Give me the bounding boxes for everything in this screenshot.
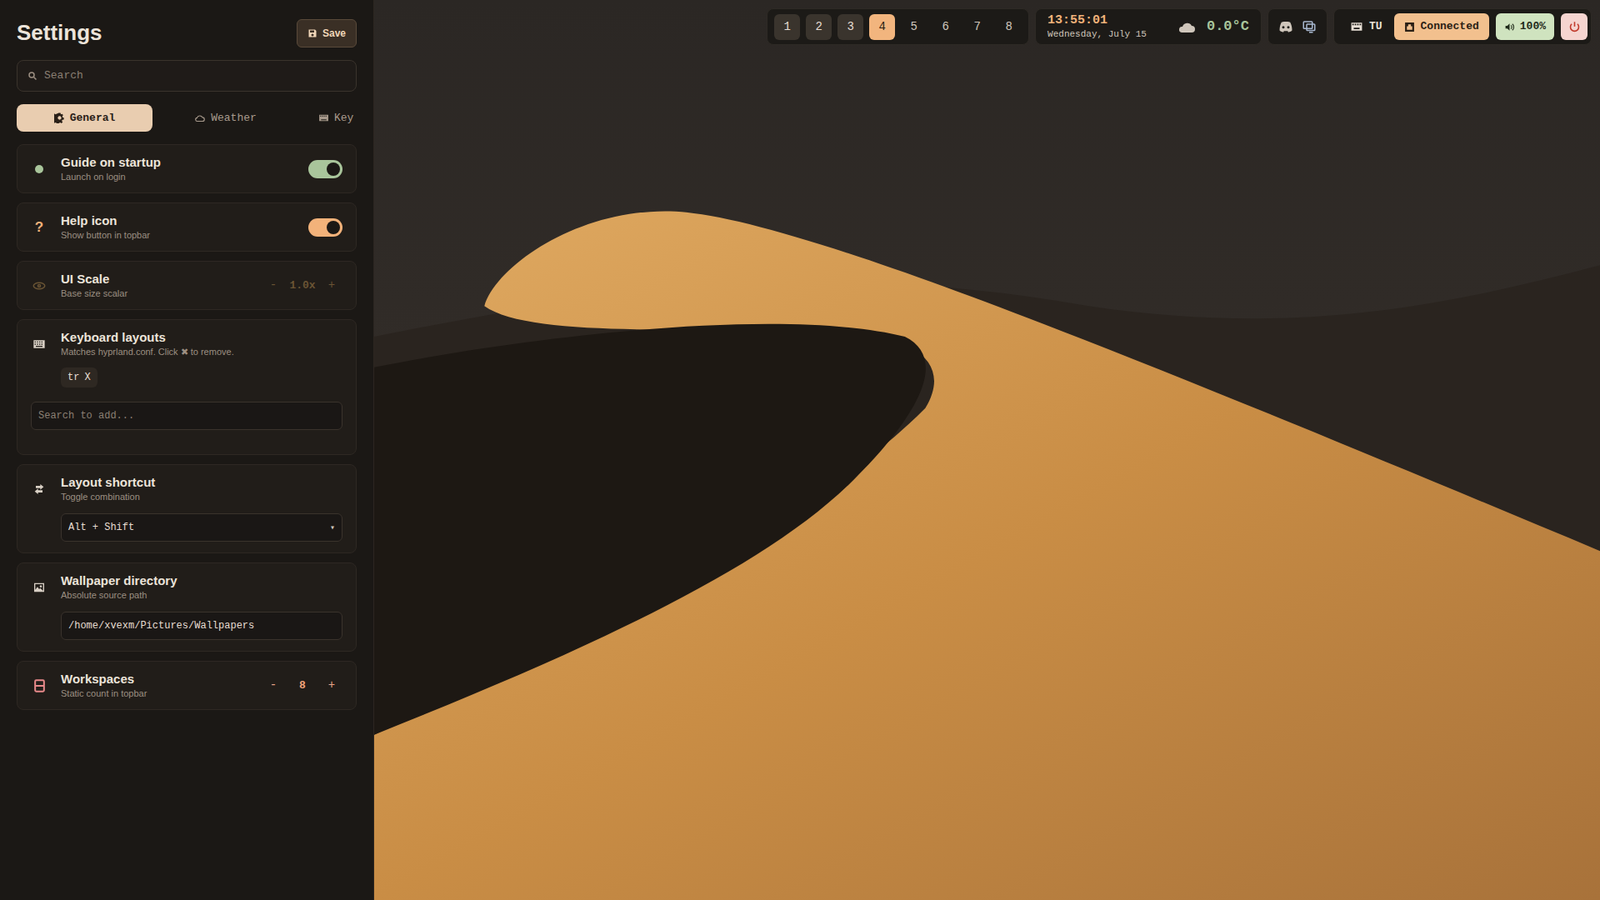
workspace-button[interactable]: 2 [805,14,832,40]
setting-subtitle: Matches hyprland.conf. Click ✖ to remove… [60,345,343,359]
network-icon [1404,21,1415,33]
gear-icon [54,112,65,124]
setting-subtitle: Static count in topbar [60,687,250,700]
setting-card: Layout shortcutToggle combination Alt + S… [16,464,357,554]
discord-icon[interactable] [1278,20,1294,34]
image-icon [32,580,46,595]
desktop: 12345678 13:55:01Wednesday, July 15 0.0°C T… [374,0,1600,900]
card-icon [32,580,46,595]
speaker-icon [1504,21,1515,33]
status-area: TU Connected100% [1333,8,1592,45]
stepper-value: 1.0x [284,277,321,295]
setting-title: Workspaces [60,670,250,687]
tray [1267,8,1328,45]
clock-time: 13:55:01 [1047,13,1147,30]
setting-card: WorkspacesStatic count in topbar-8+ [16,660,357,710]
cloud-icon [194,112,206,125]
search-icon [27,70,38,81]
setting-card: ? Help iconShow button in topbar [16,202,357,252]
card-icon [32,482,46,496]
setting-card: UI ScaleBase size scalar-1.0x+ [16,260,357,310]
save-icon [307,28,318,39]
setting-subtitle: Launch on login [60,170,295,184]
setting-title: Guide on startup [60,154,295,170]
setting-title: Keyboard layouts [60,329,343,345]
stepper-value: 8 [284,677,321,695]
tab[interactable]: Weather [157,104,294,132]
path-input[interactable] [60,611,343,640]
workspaces-icon [33,679,46,693]
temperature: 0.0°C [1206,15,1250,38]
setting-card: Guide on startupLaunch on login [16,144,357,194]
search-field[interactable] [16,60,357,92]
workspace-button[interactable]: 7 [964,14,990,40]
tab-bar: GeneralWeatherKey [16,104,357,132]
card-icon [31,278,47,294]
workspace-button[interactable]: 6 [932,14,959,40]
remove-button[interactable]: X [84,370,90,385]
clock-weather: 13:55:01Wednesday, July 15 0.0°C [1035,8,1262,45]
status-dot-icon [35,165,44,174]
toggle-switch[interactable] [308,218,343,237]
setting-title: UI Scale [60,270,250,287]
swap-icon [32,482,46,496]
layout-chip[interactable]: trX [60,367,98,388]
setting-card: Wallpaper directoryAbsolute source path [16,562,357,652]
toggle-switch[interactable] [308,160,343,179]
network-badge[interactable]: Connected [1394,13,1490,40]
workspace-bar: 12345678 [766,8,1030,45]
decrement-button[interactable]: - [262,675,285,697]
keyboard-icon [318,112,330,124]
setting-title: Help icon [60,212,295,229]
eye-icon [31,278,47,294]
setting-subtitle: Toggle combination [60,490,343,504]
topbar: 12345678 13:55:01Wednesday, July 15 0.0°C T… [374,0,1600,45]
monitor-icon[interactable] [1301,19,1317,35]
setting-subtitle: Show button in topbar [60,229,295,242]
tab[interactable]: Key [298,104,357,132]
setting-subtitle: Base size scalar [60,287,250,300]
stepper: -8+ [262,675,343,697]
setting-title: Wallpaper directory [60,572,343,589]
setting-card: Keyboard layoutsMatches hyprland.conf. C… [16,319,357,455]
workspace-button[interactable]: 8 [995,14,1022,40]
help-icon: ? [35,220,44,235]
keyboard-layout[interactable]: TU [1345,18,1388,35]
keyboard-icon [32,337,46,351]
shortcut-select[interactable]: Alt + Shift▾ [60,513,343,542]
search-input[interactable] [44,67,346,85]
volume-badge[interactable]: 100% [1495,13,1555,40]
increment-button[interactable]: + [320,675,343,697]
decrement-button[interactable]: - [262,275,285,297]
keyboard-icon [1350,21,1363,32]
workspace-button[interactable]: 5 [900,14,927,40]
desktop-wallpaper [374,0,1600,900]
panel-title: Settings [16,16,103,50]
power-icon [1568,20,1581,34]
setting-subtitle: Absolute source path [60,589,343,602]
toggle-knob [326,220,340,235]
clock-date: Wednesday, July 15 [1047,29,1147,41]
save-button[interactable]: Save [296,19,357,48]
card-icon [32,337,46,351]
settings-panel: Settings Save GeneralWeatherKey Guide on st… [0,0,375,900]
workspace-button[interactable]: 1 [774,14,800,40]
workspace-button[interactable]: 3 [837,14,864,40]
power-button[interactable] [1560,13,1588,40]
layout-search-input[interactable] [30,401,343,430]
toggle-knob [326,162,340,176]
increment-button[interactable]: + [320,275,343,297]
card-icon [33,679,46,693]
workspace-button[interactable]: 4 [869,14,895,40]
cloud-icon [1176,18,1197,35]
stepper: -1.0x+ [262,275,343,297]
tab[interactable]: General [16,104,153,132]
setting-title: Layout shortcut [60,474,343,490]
